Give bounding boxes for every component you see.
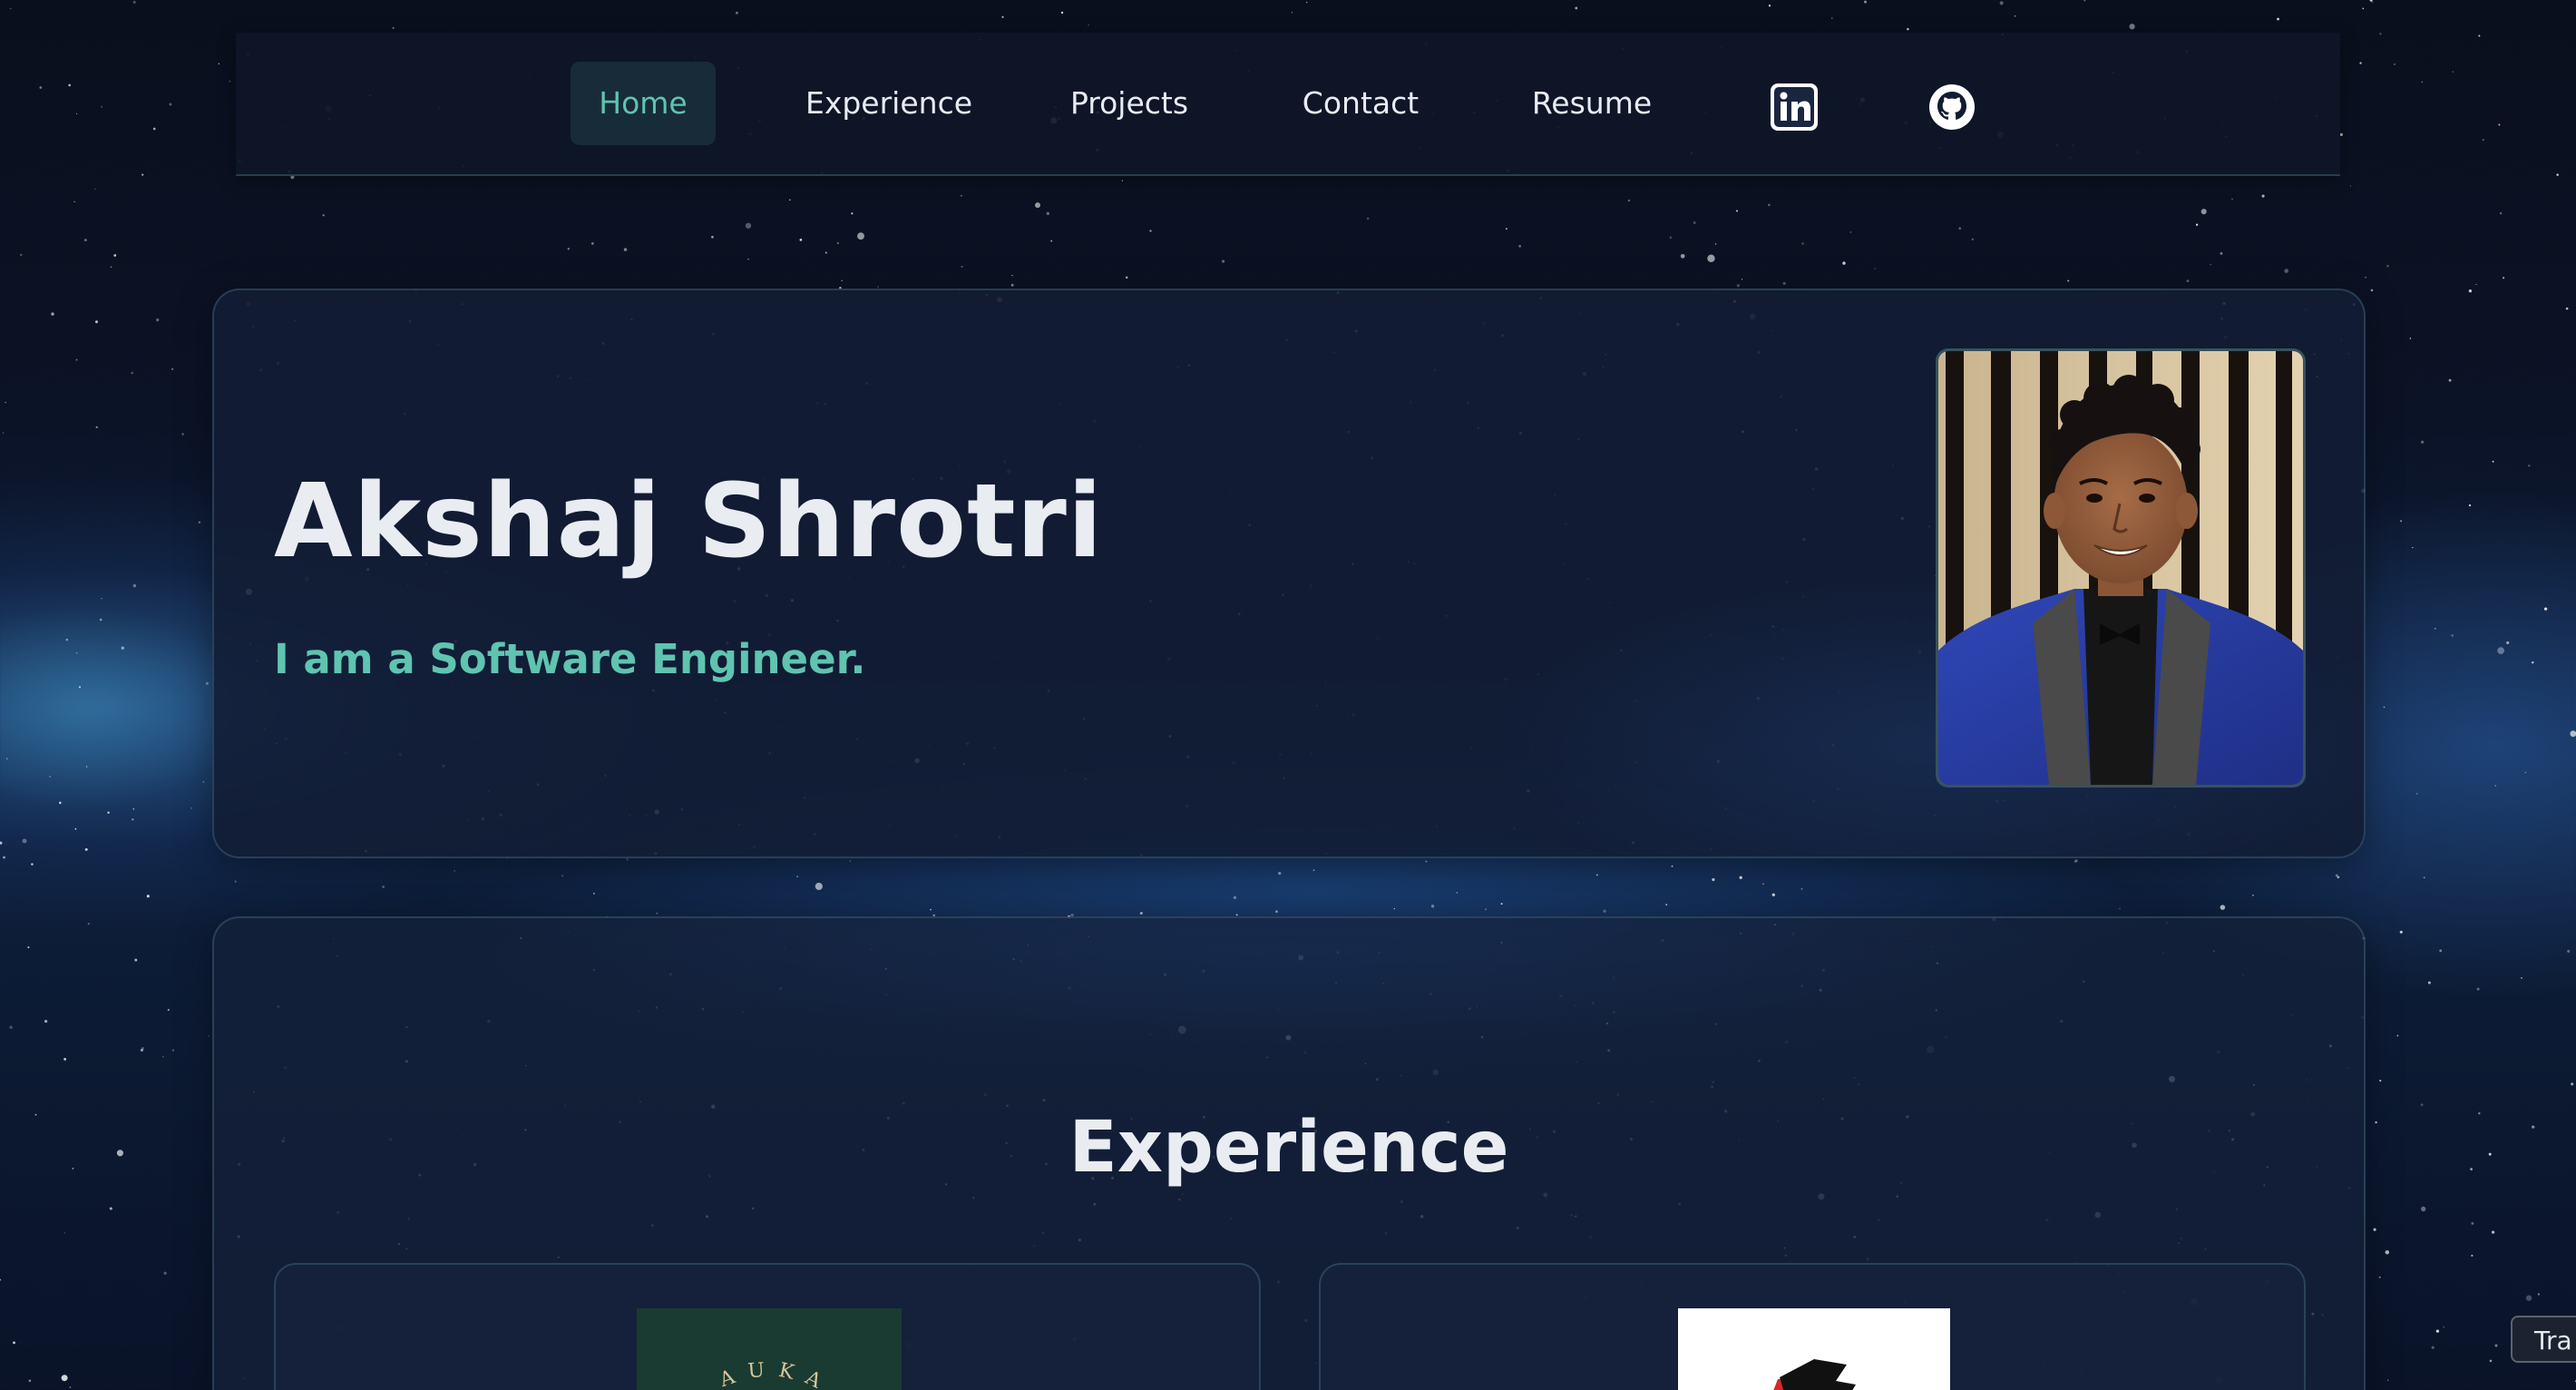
experience-item[interactable]: AUKA bbox=[274, 1263, 1261, 1390]
nav-contact[interactable]: Contact bbox=[1279, 62, 1442, 145]
profile-photo bbox=[1936, 348, 2306, 788]
top-navbar: Home Experience Projects Contact Resume bbox=[236, 33, 2340, 176]
company-logo: AUKA bbox=[637, 1308, 902, 1390]
nav-home[interactable]: Home bbox=[571, 62, 716, 145]
company-logo-text: AUKA bbox=[716, 1358, 823, 1390]
experience-item[interactable] bbox=[1319, 1263, 2306, 1390]
hero-name: Akshaj Shrotri bbox=[274, 463, 1104, 581]
nav-projects[interactable]: Projects bbox=[1052, 62, 1206, 145]
experience-title: Experience bbox=[1068, 1107, 1509, 1189]
translate-tab[interactable]: Tra bbox=[2511, 1316, 2576, 1363]
linkedin-icon[interactable] bbox=[1771, 83, 1818, 131]
nav-experience[interactable]: Experience bbox=[780, 62, 998, 145]
svg-text:AUKA: AUKA bbox=[716, 1358, 835, 1390]
hero-tagline: I am a Software Engineer. bbox=[274, 635, 866, 683]
experience-section: Experience AUKA bbox=[212, 916, 2366, 1390]
hero-card: Akshaj Shrotri I am a Software Engineer. bbox=[212, 289, 2366, 858]
company-logo bbox=[1678, 1308, 1950, 1390]
github-icon[interactable] bbox=[1928, 83, 1976, 131]
nav-resume[interactable]: Resume bbox=[1515, 62, 1669, 145]
